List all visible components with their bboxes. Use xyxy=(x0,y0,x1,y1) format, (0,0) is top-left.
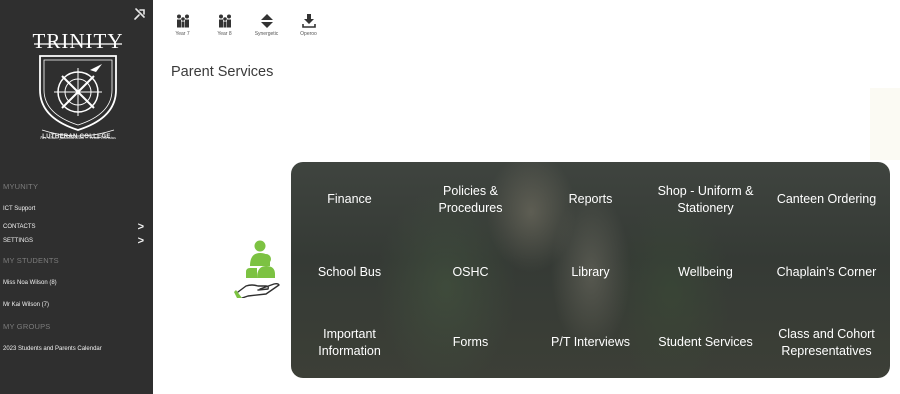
logo-wordmark: TRINITY xyxy=(33,29,124,53)
service-reports[interactable]: Reports xyxy=(533,162,648,237)
parent-services-icon xyxy=(234,240,280,298)
quick-links-toolbar: Year 7 Year 8 Synergetic Operoo xyxy=(170,14,338,48)
section-my-groups: MY GROUPS xyxy=(3,322,51,331)
service-oshc[interactable]: OSHC xyxy=(408,237,533,307)
service-pt-interviews[interactable]: P/T Interviews xyxy=(533,307,648,378)
tool-label: Year 8 xyxy=(217,31,232,37)
service-school-bus[interactable]: School Bus xyxy=(291,237,408,307)
services-grid: Finance Policies & Procedures Reports Sh… xyxy=(291,162,890,378)
sidebar-item-student-noa[interactable]: Miss Noa Wilson (8) xyxy=(0,272,153,294)
sidebar-item-label: CONTACTS xyxy=(3,224,36,230)
tool-label: Year 7 xyxy=(175,31,190,37)
sidebar-item-label: SETTINGS xyxy=(3,238,34,244)
pin-icon[interactable] xyxy=(133,7,147,21)
service-class-cohort-representatives[interactable]: Class and Cohort Representatives xyxy=(763,307,890,378)
tool-synergetic[interactable]: Synergetic xyxy=(254,14,279,48)
service-wellbeing[interactable]: Wellbeing xyxy=(648,237,763,307)
sidebar-item-label: 2023 Students and Parents Calendar xyxy=(3,346,102,352)
sidebar-item-settings[interactable]: SETTINGS > xyxy=(0,234,153,250)
college-logo[interactable]: TRINITY Nec ullum fundamentum ... Jesus … xyxy=(22,18,134,148)
service-canteen-ordering[interactable]: Canteen Ordering xyxy=(763,162,890,237)
sidebar-nav: MYUNITY ICT Support CONTACTS > SETTINGS > … xyxy=(0,176,153,360)
chevron-right-icon: > xyxy=(137,221,144,233)
people-icon xyxy=(218,14,231,28)
services-panel: Finance Policies & Procedures Reports Sh… xyxy=(291,162,890,378)
tool-operoo[interactable]: Operoo xyxy=(296,14,321,48)
service-shop-uniform-stationery[interactable]: Shop - Uniform & Stationery xyxy=(648,162,763,237)
sidebar-item-student-kai[interactable]: Mr Kai Wilson (7) xyxy=(0,294,153,316)
service-library[interactable]: Library xyxy=(533,237,648,307)
sidebar: TRINITY Nec ullum fundamentum ... Jesus … xyxy=(0,0,153,394)
sidebar-item-contacts[interactable]: CONTACTS > xyxy=(0,220,153,234)
service-important-information[interactable]: Important Information xyxy=(291,307,408,378)
people-icon xyxy=(176,14,189,28)
logo-subtitle: LUTHERAN COLLEGE xyxy=(42,134,111,140)
tool-label: Operoo xyxy=(300,31,317,37)
sidebar-item-ict-support[interactable]: ICT Support xyxy=(0,198,153,220)
tool-label: Synergetic xyxy=(254,31,279,37)
sidebar-item-label: ICT Support xyxy=(3,206,36,212)
section-myunity: MYUNITY xyxy=(3,182,39,191)
tool-year8[interactable]: Year 8 xyxy=(212,14,237,48)
service-forms[interactable]: Forms xyxy=(408,307,533,378)
section-my-students: MY STUDENTS xyxy=(3,256,59,265)
page-title: Parent Services xyxy=(171,64,274,80)
diamond-icon xyxy=(260,14,273,28)
service-chaplains-corner[interactable]: Chaplain's Corner xyxy=(763,237,890,307)
service-student-services[interactable]: Student Services xyxy=(648,307,763,378)
sidebar-item-label: Miss Noa Wilson (8) xyxy=(3,280,57,286)
chevron-right-icon: > xyxy=(137,235,144,247)
sidebar-item-calendar[interactable]: 2023 Students and Parents Calendar xyxy=(0,338,153,360)
service-finance[interactable]: Finance xyxy=(291,162,408,237)
tool-year7[interactable]: Year 7 xyxy=(170,14,195,48)
service-policies-procedures[interactable]: Policies & Procedures xyxy=(408,162,533,237)
download-icon xyxy=(301,14,316,28)
background-decoration xyxy=(870,88,900,160)
sidebar-item-label: Mr Kai Wilson (7) xyxy=(3,302,50,308)
